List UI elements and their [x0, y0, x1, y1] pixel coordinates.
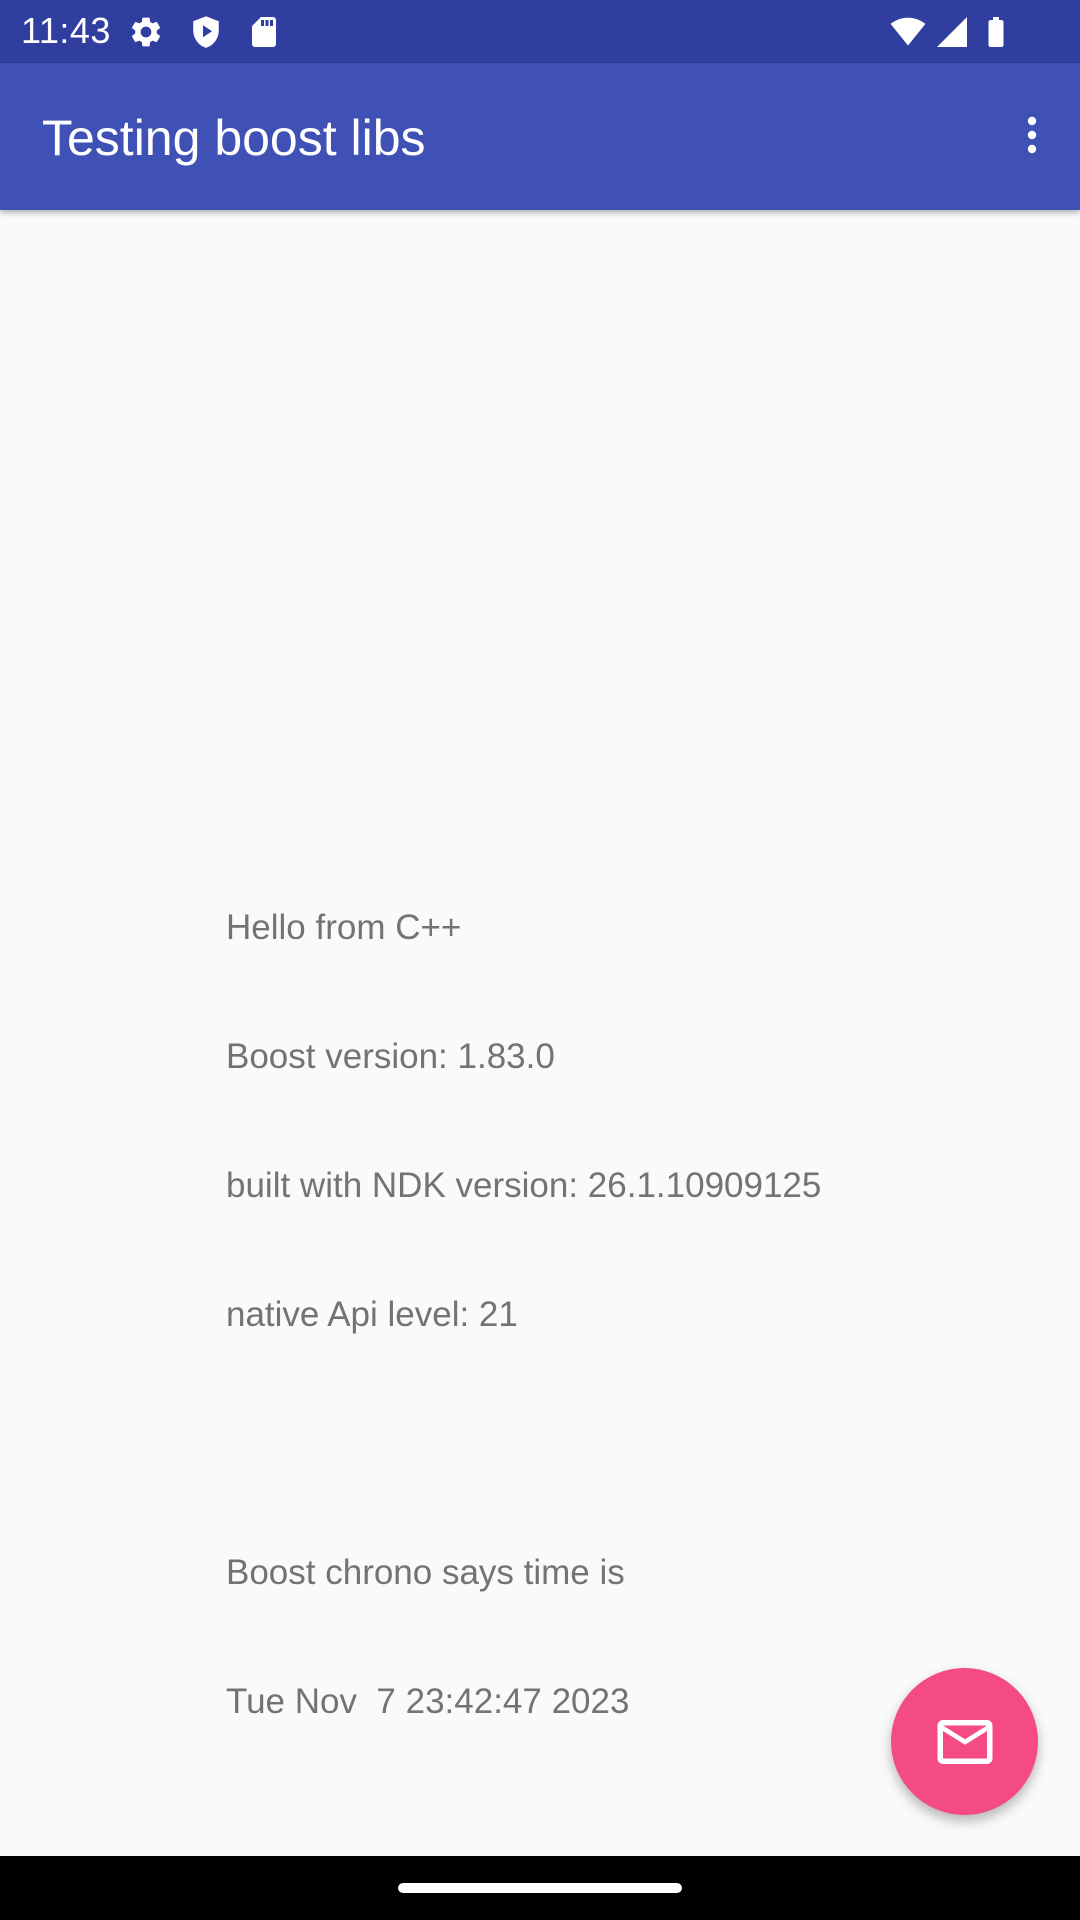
signal-icon	[937, 17, 967, 47]
text-line: Boost chrono says time is	[226, 1553, 625, 1592]
more-vert-icon	[1027, 116, 1037, 154]
text-line: Hello from C++	[226, 908, 462, 947]
status-time: 11:43	[21, 10, 111, 51]
app-bar: Testing boost libs	[0, 63, 1080, 210]
shield-play-icon	[193, 16, 219, 48]
email-icon	[937, 1719, 992, 1764]
text-line: native Api level: 21	[226, 1295, 518, 1334]
email-fab-button[interactable]	[891, 1668, 1038, 1815]
battery-icon	[988, 17, 1004, 47]
sd-card-icon	[252, 17, 276, 47]
native-info-text: Hello from C++ Boost version: 1.83.0 bui…	[226, 820, 821, 1766]
overflow-menu-button[interactable]	[984, 87, 1080, 183]
text-line: Boost version: 1.83.0	[226, 1037, 555, 1076]
gear-icon	[131, 17, 161, 47]
text-line	[226, 1422, 821, 1465]
wifi-icon	[890, 17, 926, 46]
status-bar: 11:43	[0, 0, 1080, 63]
text-line: Tue Nov 7 23:42:47 2023	[226, 1682, 630, 1721]
home-gesture-handle[interactable]	[398, 1883, 682, 1893]
text-line: built with NDK version: 26.1.10909125	[226, 1166, 822, 1205]
page-title: Testing boost libs	[42, 110, 426, 166]
